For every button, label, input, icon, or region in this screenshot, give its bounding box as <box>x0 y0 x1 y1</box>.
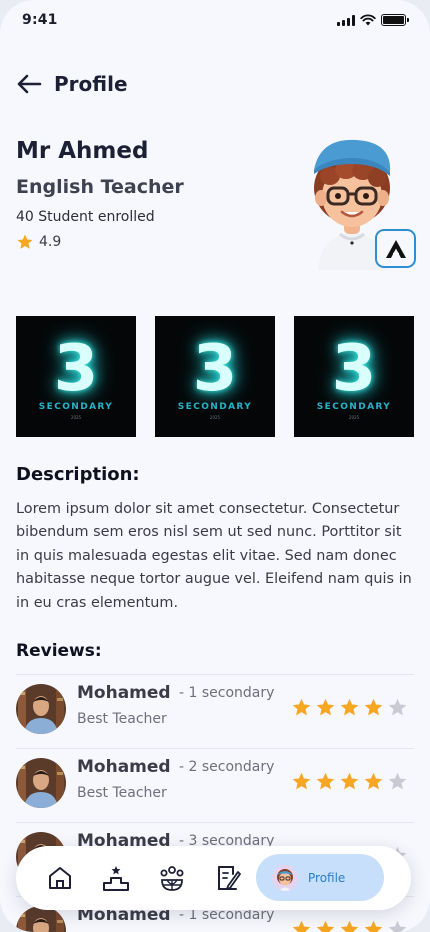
status-bar: 9:41 <box>0 0 430 44</box>
rating-value: 4.9 <box>39 234 62 250</box>
edit-note-icon <box>218 866 241 890</box>
course-caption: SECONDARY <box>177 402 253 412</box>
reviewer-grade: - 1 secondary <box>179 685 275 701</box>
course-number: 3 <box>53 332 99 406</box>
review-star-icon <box>292 698 311 716</box>
reviewer-avatar <box>16 684 66 734</box>
course-year: 2025 <box>348 415 360 420</box>
course-number: 3 <box>331 332 377 406</box>
description-text: Lorem ipsum dolor sit amet consectetur. … <box>16 501 412 611</box>
teacher-name: Mr Ahmed <box>16 138 149 164</box>
nav-profile[interactable]: Profile <box>256 854 384 901</box>
verified-badge[interactable] <box>375 229 416 268</box>
nav-home[interactable] <box>44 862 76 894</box>
review-stars <box>291 919 408 932</box>
review-star-icon <box>388 698 407 716</box>
gallery-item[interactable]: 3 SECONDARY 2025 <box>16 316 136 437</box>
review-comment: Best Teacher <box>77 785 167 801</box>
reviews-heading: Reviews: <box>16 641 102 661</box>
review-star-icon <box>340 920 359 932</box>
battery-icon <box>381 14 409 26</box>
course-year: 2025 <box>70 415 82 420</box>
bottom-nav: Profile <box>16 846 411 910</box>
nav-profile-label: Profile <box>308 870 346 885</box>
status-time: 9:41 <box>22 12 58 28</box>
review-item: Mohamed - 1 secondary Best Teacher <box>16 674 414 748</box>
page-title: Profile <box>54 72 128 96</box>
profile-screen: 9:41 Profile Mr Ahmed English Teacher 40… <box>0 0 430 932</box>
review-item: Mohamed - 2 secondary Best Teacher <box>16 748 414 822</box>
review-star-icon <box>340 772 359 790</box>
gallery-item[interactable]: 3 SECONDARY 2025 <box>155 316 275 437</box>
teacher-avatar <box>300 136 416 270</box>
review-star-icon <box>316 772 335 790</box>
teacher-rating: 4.9 <box>16 233 61 251</box>
course-number: 3 <box>192 332 238 406</box>
course-year: 2025 <box>209 415 221 420</box>
profile-mini-avatar <box>272 864 298 891</box>
home-icon <box>49 867 71 889</box>
community-icon <box>160 866 184 891</box>
review-star-icon <box>388 772 407 790</box>
course-gallery: 3 SECONDARY 2025 3 SECONDARY 2025 3 SECO… <box>16 316 414 437</box>
teacher-students: 40 Student enrolled <box>16 209 155 225</box>
a-logo-icon <box>385 239 406 258</box>
back-button[interactable] <box>16 72 44 96</box>
reviewer-name: Mohamed <box>77 757 171 777</box>
review-star-icon <box>292 772 311 790</box>
course-caption: SECONDARY <box>38 402 114 412</box>
reviewer-avatar <box>16 758 66 808</box>
review-star-icon <box>388 920 407 932</box>
status-icons <box>337 14 409 26</box>
review-comment: Best Teacher <box>77 711 167 727</box>
review-star-icon <box>364 920 383 932</box>
review-star-icon <box>316 698 335 716</box>
review-star-icon <box>364 698 383 716</box>
teacher-subject: English Teacher <box>16 176 184 198</box>
review-star-icon <box>340 698 359 716</box>
review-star-icon <box>364 772 383 790</box>
wifi-icon <box>360 14 376 26</box>
review-star-icon <box>316 920 335 932</box>
star-icon <box>17 234 33 249</box>
review-stars <box>291 771 408 792</box>
nav-community[interactable] <box>156 862 188 894</box>
header: Profile <box>16 64 128 104</box>
podium-icon <box>103 866 129 891</box>
review-stars <box>291 697 408 718</box>
nav-notes[interactable] <box>212 862 244 894</box>
description-heading: Description: <box>16 464 140 485</box>
review-star-icon <box>292 920 311 932</box>
signal-icon <box>337 14 355 26</box>
reviewer-name: Mohamed <box>77 683 171 703</box>
reviewer-grade: - 2 secondary <box>179 759 275 775</box>
nav-leaderboard[interactable] <box>100 862 132 894</box>
gallery-item[interactable]: 3 SECONDARY 2025 <box>294 316 414 437</box>
arrow-left-icon <box>17 74 42 94</box>
course-caption: SECONDARY <box>316 402 392 412</box>
